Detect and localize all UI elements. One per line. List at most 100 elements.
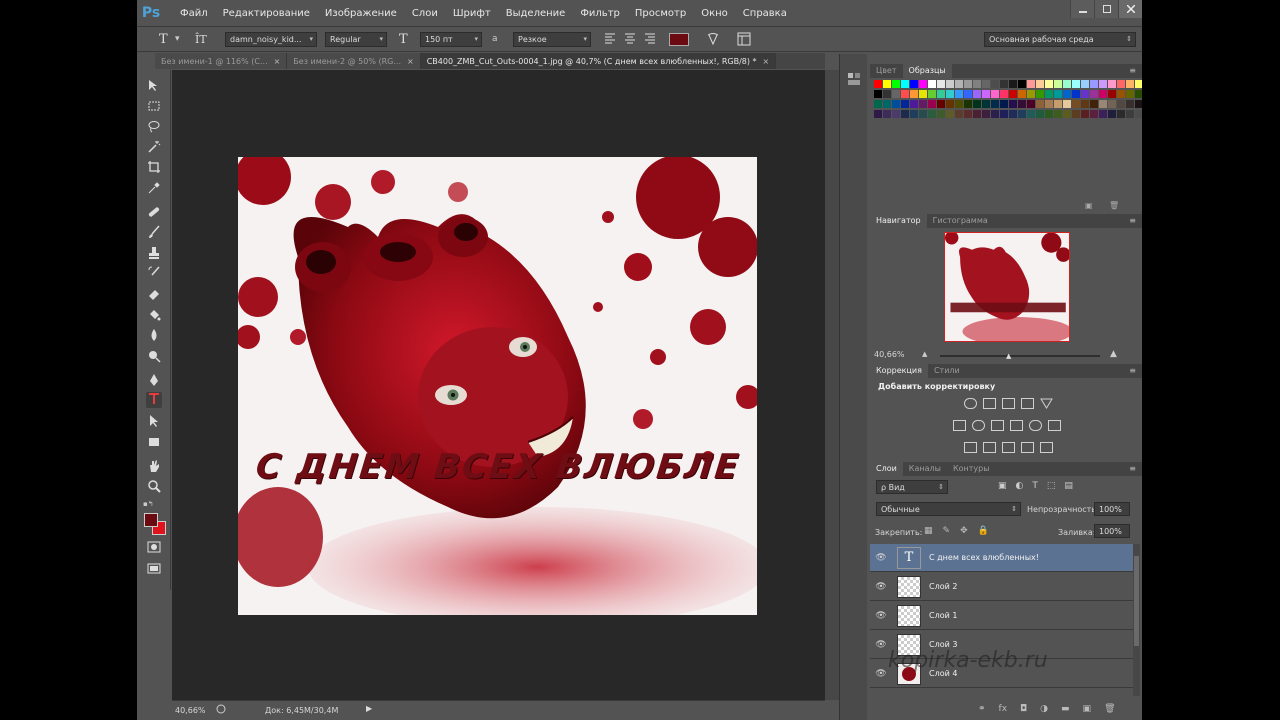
tab-doc-2[interactable]: Без имени-2 @ 50% (RG... × <box>287 53 421 69</box>
color-swatch[interactable] <box>964 90 972 98</box>
color-swatch[interactable] <box>955 80 963 88</box>
curves-icon[interactable] <box>1002 398 1015 409</box>
lock-transparency-icon[interactable]: ▦ <box>924 526 933 536</box>
color-swatch[interactable] <box>1045 110 1053 118</box>
color-swatch[interactable] <box>937 90 945 98</box>
layer-name[interactable]: Слой 2 <box>929 582 957 591</box>
color-swatch[interactable] <box>991 110 999 118</box>
menu-image[interactable]: Изображение <box>325 8 397 19</box>
warp-text-button[interactable] <box>706 32 720 47</box>
color-swatch[interactable] <box>1027 90 1035 98</box>
eyedropper-tool[interactable] <box>146 181 162 197</box>
filter-pixel-icon[interactable]: ▣ <box>998 481 1007 491</box>
color-swatch[interactable] <box>1117 80 1125 88</box>
type-tool-preset[interactable]: T <box>159 32 168 47</box>
lock-position-icon[interactable]: ✥ <box>960 526 968 536</box>
panel-menu-icon[interactable]: ≡ <box>1129 462 1136 476</box>
color-swatch[interactable] <box>1126 80 1134 88</box>
color-swatch[interactable] <box>910 90 918 98</box>
color-swatch[interactable] <box>928 90 936 98</box>
color-swatch[interactable] <box>937 100 945 108</box>
color-swatch[interactable] <box>973 110 981 118</box>
font-style-select[interactable]: Regular ▾ <box>325 32 387 47</box>
vibrance-icon[interactable] <box>1040 398 1053 409</box>
healing-brush-tool[interactable] <box>146 205 162 221</box>
color-swatch[interactable] <box>1072 80 1080 88</box>
eraser-tool[interactable] <box>146 287 162 303</box>
font-size-select[interactable]: 150 пт ▾ <box>420 32 482 47</box>
color-swatch[interactable] <box>946 90 954 98</box>
navigator-zoom-value[interactable]: 40,66% <box>874 350 905 359</box>
color-swatch[interactable] <box>1063 110 1071 118</box>
color-swatch[interactable] <box>1009 80 1017 88</box>
color-swatch[interactable] <box>1135 110 1142 118</box>
color-swatch[interactable] <box>1090 80 1098 88</box>
tab-styles[interactable]: Стили <box>928 364 966 378</box>
lasso-tool[interactable] <box>146 119 162 135</box>
color-swatch[interactable] <box>1027 80 1035 88</box>
color-swatch[interactable] <box>1045 100 1053 108</box>
color-swatch[interactable] <box>1126 110 1134 118</box>
menu-select[interactable]: Выделение <box>506 8 566 19</box>
color-swatch[interactable] <box>910 110 918 118</box>
color-swatch[interactable] <box>991 80 999 88</box>
tab-channels[interactable]: Каналы <box>903 462 947 476</box>
color-swatch[interactable] <box>1054 110 1062 118</box>
document-workspace[interactable]: С ДНЕМ ВСЕХ ВЛЮБЛЕ <box>172 70 825 700</box>
color-swatch[interactable] <box>1072 100 1080 108</box>
color-swatch[interactable] <box>1072 90 1080 98</box>
panel-menu-icon[interactable]: ≡ <box>1129 364 1136 378</box>
menu-view[interactable]: Просмотр <box>635 8 686 19</box>
align-center-button[interactable] <box>624 32 636 47</box>
lock-pixels-icon[interactable]: ✎ <box>943 526 951 536</box>
color-swatch[interactable] <box>1126 100 1134 108</box>
tab-doc-1[interactable]: Без имени-1 @ 116% (С... × <box>155 53 288 69</box>
gradient-map-icon[interactable] <box>1021 442 1034 453</box>
collapsed-panel-button[interactable] <box>847 72 861 89</box>
color-swatch[interactable] <box>1009 110 1017 118</box>
foreground-color-swatch[interactable] <box>144 513 158 527</box>
color-swatch[interactable] <box>1081 110 1089 118</box>
posterize-icon[interactable] <box>983 442 996 453</box>
layer-style-icon[interactable]: fx <box>999 704 1008 714</box>
color-swatch[interactable] <box>1036 90 1044 98</box>
color-swatch[interactable] <box>1108 80 1116 88</box>
threshold-icon[interactable] <box>1002 442 1015 453</box>
quick-select-tool[interactable] <box>146 140 162 156</box>
dodge-tool[interactable] <box>146 349 162 365</box>
color-swatch[interactable] <box>1108 110 1116 118</box>
color-swatch[interactable] <box>928 100 936 108</box>
new-group-icon[interactable]: ▬ <box>1061 704 1070 714</box>
filter-type-icon[interactable]: T <box>1032 481 1038 491</box>
color-swatch[interactable] <box>1000 80 1008 88</box>
status-menu-arrow[interactable]: ▶ <box>366 704 372 713</box>
new-layer-icon[interactable]: ▣ <box>1083 704 1092 714</box>
color-swatch[interactable] <box>901 90 909 98</box>
zoom-tool[interactable] <box>146 479 162 495</box>
layers-scrollbar[interactable] <box>1133 544 1140 696</box>
exposure-icon[interactable] <box>1021 398 1034 409</box>
color-swatch[interactable] <box>901 110 909 118</box>
blur-tool[interactable] <box>146 328 162 344</box>
color-swatch[interactable] <box>955 90 963 98</box>
color-swatch[interactable] <box>892 80 900 88</box>
tab-swatches[interactable]: Образцы <box>902 64 952 78</box>
tab-close-icon[interactable]: × <box>407 57 414 66</box>
color-swatch[interactable] <box>1027 110 1035 118</box>
color-swatch[interactable] <box>1099 80 1107 88</box>
color-swatch[interactable] <box>1117 100 1125 108</box>
antialias-select[interactable]: Резкое ▾ <box>513 32 591 47</box>
layer-name[interactable]: Слой 1 <box>929 611 957 620</box>
link-layers-icon[interactable]: ⚭ <box>978 704 986 714</box>
color-swatch[interactable] <box>874 110 882 118</box>
tab-close-icon[interactable]: × <box>274 57 281 66</box>
zoom-out-icon[interactable]: ▲ <box>922 350 927 358</box>
color-swatch[interactable] <box>1081 90 1089 98</box>
opacity-input[interactable]: 100% <box>1094 502 1130 516</box>
default-colors-icon[interactable]: ▪↰ <box>143 500 154 508</box>
align-left-button[interactable] <box>604 32 616 47</box>
navigator-thumbnail[interactable] <box>944 232 1070 342</box>
history-brush-tool[interactable] <box>146 266 162 282</box>
color-swatch[interactable] <box>1063 90 1071 98</box>
color-swatch[interactable] <box>1108 90 1116 98</box>
